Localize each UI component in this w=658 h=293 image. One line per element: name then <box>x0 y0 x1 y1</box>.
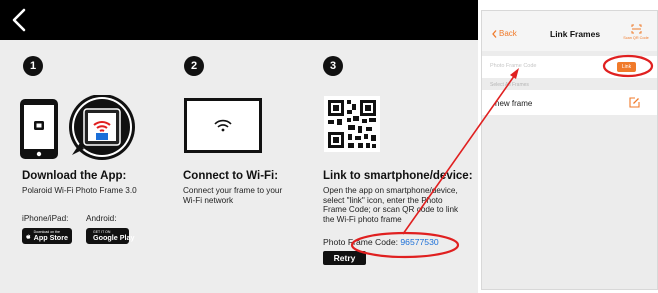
app-store-button[interactable]: Download on the App Store <box>22 228 72 244</box>
chevron-left-icon <box>492 29 497 38</box>
phone-and-frame-icon <box>20 95 135 160</box>
back-chevron-icon[interactable] <box>10 8 28 32</box>
frame-instruction-screen: 1 Download the App: Polaroid Wi-Fi Photo… <box>0 0 478 293</box>
step-3-text-line: Open the app on smartphone/device, <box>323 186 458 195</box>
frame-code-input[interactable]: Photo Frame Code <box>490 63 536 69</box>
step-3-title: Link to smartphone/device: <box>323 170 473 182</box>
retry-button[interactable]: Retry <box>323 251 366 265</box>
google-play-button[interactable]: GET IT ON Google Play <box>86 228 135 244</box>
app-store-big-text: App Store <box>33 233 68 242</box>
photo-frame-code-row: Photo Frame Code: 96577530 <box>323 237 439 248</box>
wifi-frame-icon <box>184 98 262 153</box>
step-2-text-line: Connect your frame to your <box>183 186 283 195</box>
step-2-title: Connect to Wi-Fi: <box>183 170 279 182</box>
step-3-text: Open the app on smartphone/device, selec… <box>323 186 458 224</box>
back-label: Back <box>499 29 517 38</box>
google-play-big-text: Google Play <box>93 233 135 242</box>
android-label: Android: <box>86 214 117 223</box>
step-3-text-line: Frame Code; or scan QR code to link <box>323 205 459 215</box>
qr-code-icon[interactable] <box>324 96 380 152</box>
scan-qr-label: Scan QR Code <box>623 36 649 40</box>
section-label: Select All Frames <box>490 82 529 88</box>
composite-screenshot: 1 Download the App: Polaroid Wi-Fi Photo… <box>0 0 658 293</box>
back-button[interactable]: Back <box>492 29 517 38</box>
step-2-badge: 2 <box>184 56 204 76</box>
iphone-label: iPhone/iPad: <box>22 214 69 223</box>
page-title: Link Frames <box>550 29 601 39</box>
step-2-text: Connect your frame to your Wi-Fi network <box>183 186 282 205</box>
scan-qr-button[interactable]: Scan QR Code <box>619 24 653 40</box>
frame-list-item[interactable]: new frame <box>482 90 657 115</box>
step-1-title: Download the App: <box>22 170 127 182</box>
step-2-text-line: Wi-Fi network <box>183 195 234 205</box>
apple-icon <box>26 233 31 239</box>
frame-code-row: Photo Frame Code Link <box>482 56 657 78</box>
scan-qr-icon <box>631 24 641 34</box>
edit-icon[interactable] <box>629 97 640 108</box>
photo-frame-code-value: 96577530 <box>400 237 439 247</box>
photo-frame-code-label: Photo Frame Code: <box>323 237 398 247</box>
link-frames-screen: Back Link Frames Scan QR Code Photo Fram… <box>481 10 658 290</box>
step-1-text: Polaroid Wi-Fi Photo Frame 3.0 <box>22 186 137 195</box>
nav-bar: Back Link Frames Scan QR Code <box>482 11 657 51</box>
top-bar <box>0 0 478 40</box>
step-3-text-line: select "link" icon, enter the Photo <box>323 195 443 205</box>
link-button[interactable]: Link <box>617 62 636 72</box>
frame-name: new frame <box>495 99 533 108</box>
step-3-badge: 3 <box>323 56 343 76</box>
step-1-badge: 1 <box>23 56 43 76</box>
step-3-text-line: the Wi-Fi photo frame <box>323 214 402 224</box>
